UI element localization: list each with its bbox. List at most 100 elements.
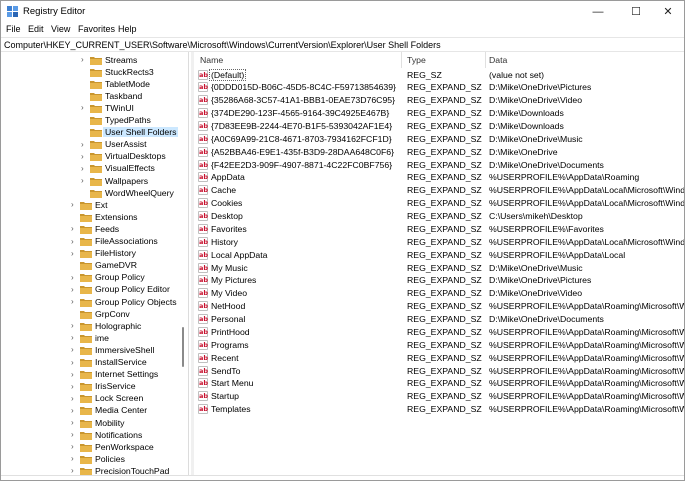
tree-item[interactable]: User Shell Folders [1,127,187,139]
column-header-type[interactable]: Type [407,55,426,65]
expand-chevron-icon[interactable]: › [71,357,78,369]
value-row[interactable]: ab {374DE290-123F-4565-9164-39C4925E467B}… [195,107,684,120]
tree-item[interactable]: Extensions [1,211,187,223]
expand-chevron-icon[interactable]: › [71,236,78,248]
tree-item[interactable]: › FileAssociations [1,236,187,248]
menu-file[interactable]: File [6,24,21,34]
tree-item[interactable]: › UserAssist [1,139,187,151]
tree-scrollbar[interactable] [179,52,187,475]
column-divider[interactable] [401,52,402,68]
close-button[interactable]: ✕ [651,1,685,22]
tree-item[interactable]: › Notifications [1,429,187,441]
expand-chevron-icon[interactable]: › [71,453,78,465]
expand-chevron-icon[interactable]: › [81,139,88,151]
expand-chevron-icon[interactable]: › [71,429,78,441]
tree-item[interactable]: › Feeds [1,223,187,235]
expand-chevron-icon[interactable]: › [71,248,78,260]
expand-chevron-icon[interactable]: › [81,163,88,175]
tree-item[interactable]: TabletMode [1,78,187,90]
minimize-button[interactable]: — [581,1,615,22]
value-row[interactable]: ab Programs REG_EXPAND_SZ %USERPROFILE%\App… [195,338,684,351]
expand-chevron-icon[interactable]: › [71,393,78,405]
value-row[interactable]: ab {35286A68-3C57-41A1-BBB1-0EAE73D76C95}… [195,94,684,107]
maximize-button[interactable]: ☐ [619,1,653,22]
column-divider[interactable] [485,52,486,68]
tree-item[interactable]: › Ext [1,199,187,211]
expand-chevron-icon[interactable]: › [81,175,88,187]
tree-scrollbar-thumb[interactable] [182,327,184,367]
value-row[interactable]: ab Desktop REG_EXPAND_SZ C:\Users\mikeh\Des… [195,210,684,223]
expand-chevron-icon[interactable]: › [71,441,78,453]
tree-item[interactable]: › Policies [1,453,187,465]
value-row[interactable]: ab SendTo REG_EXPAND_SZ %USERPROFILE%\AppDa… [195,364,684,377]
tree-item[interactable]: › VirtualDesktops [1,151,187,163]
expand-chevron-icon[interactable]: › [71,417,78,429]
tree-item[interactable]: GrpConv [1,308,187,320]
tree-item[interactable]: › Group Policy [1,272,187,284]
tree-item[interactable]: › ImmersiveShell [1,344,187,356]
tree-item[interactable]: › PenWorkspace [1,441,187,453]
tree-item[interactable]: › VisualEffects [1,163,187,175]
tree-item[interactable]: › Internet Settings [1,369,187,381]
tree-item[interactable]: › Group Policy Objects [1,296,187,308]
pane-splitter[interactable] [191,52,194,475]
tree-item[interactable]: › Media Center [1,405,187,417]
column-header-data[interactable]: Data [489,55,507,65]
value-row[interactable]: ab Cookies REG_EXPAND_SZ %USERPROFILE%\AppD… [195,197,684,210]
tree-item[interactable]: StuckRects3 [1,66,187,78]
expand-chevron-icon[interactable]: › [71,332,78,344]
value-row[interactable]: ab {A0C69A99-21C8-4671-8703-7934162FCF1D}… [195,132,684,145]
expand-chevron-icon[interactable]: › [71,465,78,475]
tree-item[interactable]: › Holographic [1,320,187,332]
expand-chevron-icon[interactable]: › [81,151,88,163]
tree-item[interactable]: WordWheelQuery [1,187,187,199]
value-row[interactable]: ab (Default) REG_SZ (value not set) [195,68,684,81]
title-bar[interactable]: Registry Editor — ☐ ✕ [1,1,684,22]
expand-chevron-icon[interactable]: › [71,320,78,332]
tree-item[interactable]: › TWinUI [1,102,187,114]
tree-item[interactable]: › Mobility [1,417,187,429]
tree-item[interactable]: GameDVR [1,260,187,272]
tree-item[interactable]: › Wallpapers [1,175,187,187]
value-row[interactable]: ab AppData REG_EXPAND_SZ %USERPROFILE%\AppD… [195,171,684,184]
address-path[interactable]: Computer\HKEY_CURRENT_USER\Software\Micr… [4,40,441,50]
value-row[interactable]: ab {7D83EE9B-2244-4E70-B1F5-5393042AF1E4}… [195,119,684,132]
value-row[interactable]: ab NetHood REG_EXPAND_SZ %USERPROFILE%\AppD… [195,300,684,313]
column-header-name[interactable]: Name [200,55,223,65]
expand-chevron-icon[interactable]: › [71,296,78,308]
key-tree-pane[interactable]: › Streams StuckRects3 TabletMode Taskband › TW… [1,52,189,475]
expand-chevron-icon[interactable]: › [71,223,78,235]
value-row[interactable]: ab Cache REG_EXPAND_SZ %USERPROFILE%\AppDat… [195,184,684,197]
value-row[interactable]: ab My Music REG_EXPAND_SZ D:\Mike\OneDrive\… [195,261,684,274]
tree-item[interactable]: › ime [1,332,187,344]
value-row[interactable]: ab Favorites REG_EXPAND_SZ %USERPROFILE%\Fa… [195,222,684,235]
menu-edit[interactable]: Edit [28,24,44,34]
tree-item[interactable]: Taskband [1,90,187,102]
expand-chevron-icon[interactable]: › [71,344,78,356]
values-pane[interactable]: Name Type Data ab (Default) REG_SZ (value n… [195,52,684,475]
tree-item[interactable]: › IrisService [1,381,187,393]
value-row[interactable]: ab PrintHood REG_EXPAND_SZ %USERPROFILE%\Ap… [195,325,684,338]
tree-item[interactable]: › Lock Screen [1,393,187,405]
value-row[interactable]: ab {F42EE2D3-909F-4907-8871-4C22FC0BF756}… [195,158,684,171]
expand-chevron-icon[interactable]: › [71,199,78,211]
tree-item[interactable]: TypedPaths [1,115,187,127]
value-row[interactable]: ab Templates REG_EXPAND_SZ %USERPROFILE%\Ap… [195,403,684,416]
expand-chevron-icon[interactable]: › [81,54,88,66]
value-row[interactable]: ab Personal REG_EXPAND_SZ D:\Mike\OneDrive\… [195,313,684,326]
expand-chevron-icon[interactable]: › [71,381,78,393]
address-bar[interactable]: Computer\HKEY_CURRENT_USER\Software\Micr… [1,37,684,52]
expand-chevron-icon[interactable]: › [81,102,88,114]
value-row[interactable]: ab History REG_EXPAND_SZ %USERPROFILE%\AppD… [195,235,684,248]
value-row[interactable]: ab My Pictures REG_EXPAND_SZ D:\Mike\OneDri… [195,274,684,287]
expand-chevron-icon[interactable]: › [71,284,78,296]
value-row[interactable]: ab Local AppData REG_EXPAND_SZ %USERPROFILE… [195,248,684,261]
value-row[interactable]: ab {0DDD015D-B06C-45D5-8C4C-F59713854639}… [195,81,684,94]
menu-help[interactable]: Help [118,24,137,34]
value-row[interactable]: ab {A52BBA46-E9E1-435f-B3D9-28DAA648C0F6}… [195,145,684,158]
expand-chevron-icon[interactable]: › [71,369,78,381]
menu-view[interactable]: View [51,24,70,34]
tree-item[interactable]: › PrecisionTouchPad [1,465,187,475]
tree-item[interactable]: › Group Policy Editor [1,284,187,296]
menu-favorites[interactable]: Favorites [78,24,115,34]
